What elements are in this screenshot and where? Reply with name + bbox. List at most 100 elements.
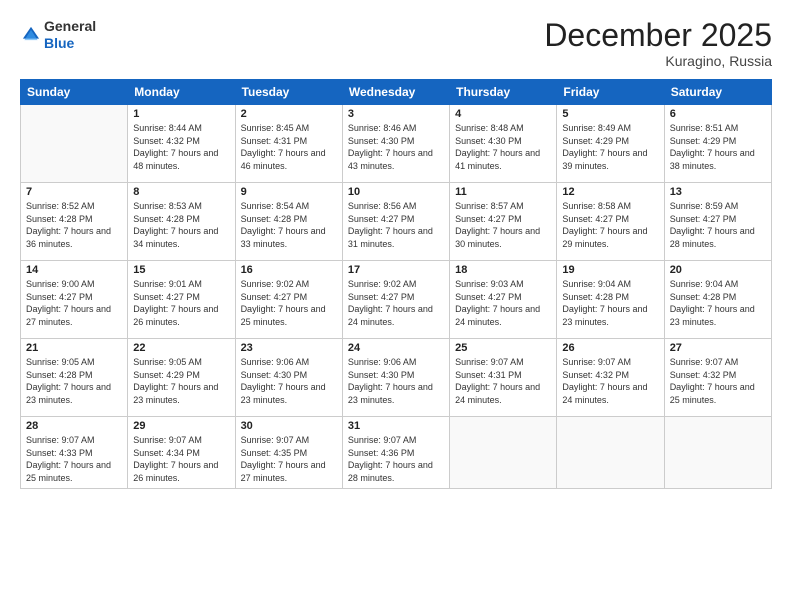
day-cell: 25 Sunrise: 9:07 AMSunset: 4:31 PMDaylig… [450, 339, 557, 417]
day-cell: 21 Sunrise: 9:05 AMSunset: 4:28 PMDaylig… [21, 339, 128, 417]
day-number: 12 [562, 186, 658, 198]
week-row-5: 28 Sunrise: 9:07 AMSunset: 4:33 PMDaylig… [21, 417, 772, 489]
day-info: Sunrise: 9:06 AMSunset: 4:30 PMDaylight:… [241, 356, 337, 406]
day-cell: 26 Sunrise: 9:07 AMSunset: 4:32 PMDaylig… [557, 339, 664, 417]
day-cell: 18 Sunrise: 9:03 AMSunset: 4:27 PMDaylig… [450, 261, 557, 339]
day-cell: 27 Sunrise: 9:07 AMSunset: 4:32 PMDaylig… [664, 339, 771, 417]
week-row-1: 1 Sunrise: 8:44 AMSunset: 4:32 PMDayligh… [21, 105, 772, 183]
day-info: Sunrise: 9:07 AMSunset: 4:35 PMDaylight:… [241, 434, 337, 484]
day-info: Sunrise: 8:49 AMSunset: 4:29 PMDaylight:… [562, 122, 658, 172]
day-cell: 3 Sunrise: 8:46 AMSunset: 4:30 PMDayligh… [342, 105, 449, 183]
day-cell: 20 Sunrise: 9:04 AMSunset: 4:28 PMDaylig… [664, 261, 771, 339]
day-info: Sunrise: 9:02 AMSunset: 4:27 PMDaylight:… [241, 278, 337, 328]
day-info: Sunrise: 9:05 AMSunset: 4:28 PMDaylight:… [26, 356, 122, 406]
day-number: 6 [670, 108, 766, 120]
day-info: Sunrise: 8:44 AMSunset: 4:32 PMDaylight:… [133, 122, 229, 172]
day-info: Sunrise: 9:07 AMSunset: 4:31 PMDaylight:… [455, 356, 551, 406]
logo-icon [20, 24, 42, 46]
day-number: 26 [562, 342, 658, 354]
col-tuesday: Tuesday [235, 80, 342, 105]
col-friday: Friday [557, 80, 664, 105]
day-info: Sunrise: 9:07 AMSunset: 4:33 PMDaylight:… [26, 434, 122, 484]
day-info: Sunrise: 9:01 AMSunset: 4:27 PMDaylight:… [133, 278, 229, 328]
day-cell: 1 Sunrise: 8:44 AMSunset: 4:32 PMDayligh… [128, 105, 235, 183]
day-number: 18 [455, 264, 551, 276]
day-number: 5 [562, 108, 658, 120]
day-cell: 28 Sunrise: 9:07 AMSunset: 4:33 PMDaylig… [21, 417, 128, 489]
day-cell: 17 Sunrise: 9:02 AMSunset: 4:27 PMDaylig… [342, 261, 449, 339]
day-cell: 7 Sunrise: 8:52 AMSunset: 4:28 PMDayligh… [21, 183, 128, 261]
day-number: 22 [133, 342, 229, 354]
day-number: 3 [348, 108, 444, 120]
calendar-header-row: Sunday Monday Tuesday Wednesday Thursday… [21, 80, 772, 105]
day-number: 24 [348, 342, 444, 354]
title-area: December 2025 Kuragino, Russia [544, 18, 772, 69]
day-info: Sunrise: 8:59 AMSunset: 4:27 PMDaylight:… [670, 200, 766, 250]
day-number: 31 [348, 420, 444, 432]
day-cell [21, 105, 128, 183]
day-info: Sunrise: 8:52 AMSunset: 4:28 PMDaylight:… [26, 200, 122, 250]
day-number: 19 [562, 264, 658, 276]
day-number: 11 [455, 186, 551, 198]
header: General Blue December 2025 Kuragino, Rus… [20, 18, 772, 69]
day-cell: 12 Sunrise: 8:58 AMSunset: 4:27 PMDaylig… [557, 183, 664, 261]
day-info: Sunrise: 8:56 AMSunset: 4:27 PMDaylight:… [348, 200, 444, 250]
day-cell: 8 Sunrise: 8:53 AMSunset: 4:28 PMDayligh… [128, 183, 235, 261]
day-info: Sunrise: 8:48 AMSunset: 4:30 PMDaylight:… [455, 122, 551, 172]
day-cell [450, 417, 557, 489]
day-number: 29 [133, 420, 229, 432]
day-number: 20 [670, 264, 766, 276]
day-info: Sunrise: 9:04 AMSunset: 4:28 PMDaylight:… [670, 278, 766, 328]
day-info: Sunrise: 9:07 AMSunset: 4:36 PMDaylight:… [348, 434, 444, 484]
day-number: 16 [241, 264, 337, 276]
day-cell: 6 Sunrise: 8:51 AMSunset: 4:29 PMDayligh… [664, 105, 771, 183]
day-number: 9 [241, 186, 337, 198]
col-saturday: Saturday [664, 80, 771, 105]
day-number: 17 [348, 264, 444, 276]
day-cell: 10 Sunrise: 8:56 AMSunset: 4:27 PMDaylig… [342, 183, 449, 261]
day-info: Sunrise: 8:51 AMSunset: 4:29 PMDaylight:… [670, 122, 766, 172]
day-info: Sunrise: 9:06 AMSunset: 4:30 PMDaylight:… [348, 356, 444, 406]
day-info: Sunrise: 8:53 AMSunset: 4:28 PMDaylight:… [133, 200, 229, 250]
day-cell: 5 Sunrise: 8:49 AMSunset: 4:29 PMDayligh… [557, 105, 664, 183]
day-number: 28 [26, 420, 122, 432]
day-number: 21 [26, 342, 122, 354]
day-number: 8 [133, 186, 229, 198]
week-row-3: 14 Sunrise: 9:00 AMSunset: 4:27 PMDaylig… [21, 261, 772, 339]
day-cell: 31 Sunrise: 9:07 AMSunset: 4:36 PMDaylig… [342, 417, 449, 489]
day-number: 13 [670, 186, 766, 198]
day-number: 23 [241, 342, 337, 354]
day-cell [557, 417, 664, 489]
day-cell: 24 Sunrise: 9:06 AMSunset: 4:30 PMDaylig… [342, 339, 449, 417]
day-cell: 30 Sunrise: 9:07 AMSunset: 4:35 PMDaylig… [235, 417, 342, 489]
day-info: Sunrise: 8:58 AMSunset: 4:27 PMDaylight:… [562, 200, 658, 250]
day-info: Sunrise: 9:05 AMSunset: 4:29 PMDaylight:… [133, 356, 229, 406]
day-number: 27 [670, 342, 766, 354]
day-info: Sunrise: 9:04 AMSunset: 4:28 PMDaylight:… [562, 278, 658, 328]
day-info: Sunrise: 9:02 AMSunset: 4:27 PMDaylight:… [348, 278, 444, 328]
day-number: 30 [241, 420, 337, 432]
day-number: 7 [26, 186, 122, 198]
day-cell: 19 Sunrise: 9:04 AMSunset: 4:28 PMDaylig… [557, 261, 664, 339]
day-cell: 16 Sunrise: 9:02 AMSunset: 4:27 PMDaylig… [235, 261, 342, 339]
day-number: 10 [348, 186, 444, 198]
month-title: December 2025 [544, 18, 772, 53]
col-wednesday: Wednesday [342, 80, 449, 105]
day-cell: 13 Sunrise: 8:59 AMSunset: 4:27 PMDaylig… [664, 183, 771, 261]
day-info: Sunrise: 8:54 AMSunset: 4:28 PMDaylight:… [241, 200, 337, 250]
col-sunday: Sunday [21, 80, 128, 105]
day-cell: 4 Sunrise: 8:48 AMSunset: 4:30 PMDayligh… [450, 105, 557, 183]
logo-text: General Blue [44, 18, 96, 52]
day-cell: 9 Sunrise: 8:54 AMSunset: 4:28 PMDayligh… [235, 183, 342, 261]
day-cell: 23 Sunrise: 9:06 AMSunset: 4:30 PMDaylig… [235, 339, 342, 417]
day-number: 1 [133, 108, 229, 120]
logo: General Blue [20, 18, 96, 52]
day-cell: 2 Sunrise: 8:45 AMSunset: 4:31 PMDayligh… [235, 105, 342, 183]
day-cell [664, 417, 771, 489]
day-number: 15 [133, 264, 229, 276]
week-row-4: 21 Sunrise: 9:05 AMSunset: 4:28 PMDaylig… [21, 339, 772, 417]
day-info: Sunrise: 9:07 AMSunset: 4:32 PMDaylight:… [562, 356, 658, 406]
day-info: Sunrise: 9:00 AMSunset: 4:27 PMDaylight:… [26, 278, 122, 328]
day-cell: 15 Sunrise: 9:01 AMSunset: 4:27 PMDaylig… [128, 261, 235, 339]
calendar-table: Sunday Monday Tuesday Wednesday Thursday… [20, 79, 772, 489]
